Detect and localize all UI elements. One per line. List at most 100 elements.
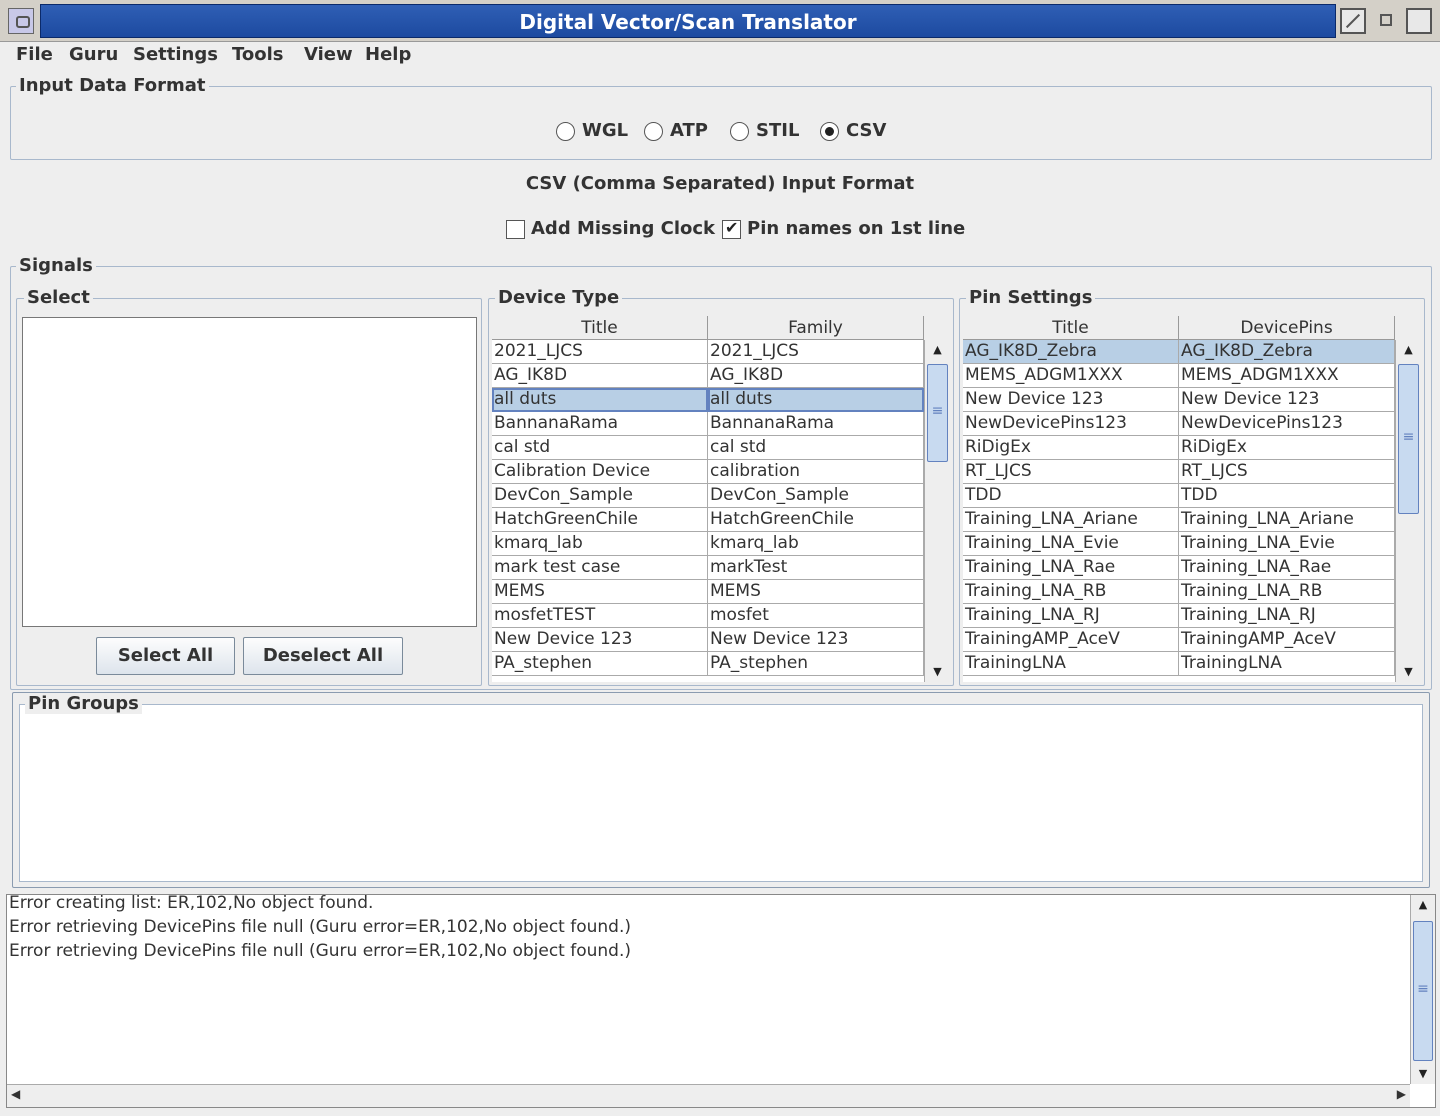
pin-settings-cell[interactable]: NewDevicePins123 xyxy=(963,412,1179,436)
device-type-cell[interactable]: PA_stephen xyxy=(492,652,708,676)
device-type-cell[interactable]: Calibration Device xyxy=(492,460,708,484)
device-type-cell[interactable]: HatchGreenChile xyxy=(708,508,924,532)
up-arrow-icon[interactable]: ▲ xyxy=(1396,340,1421,360)
pin-settings-cell[interactable]: RiDigEx xyxy=(963,436,1179,460)
pin-settings-cell[interactable]: Training_LNA_RB xyxy=(963,580,1179,604)
pin-settings-cell[interactable]: RT_LJCS xyxy=(963,460,1179,484)
up-arrow-icon[interactable]: ▲ xyxy=(925,340,950,360)
log-vscrollbar[interactable]: ▲ ▼ xyxy=(1410,895,1435,1084)
device-type-cell[interactable]: cal std xyxy=(492,436,708,460)
scroll-thumb[interactable] xyxy=(1413,921,1433,1061)
menu-view[interactable]: View xyxy=(304,44,353,65)
device-type-table[interactable]: Title Family 2021_LJCS 2021_LJCS AG_IK8D AG… xyxy=(492,316,924,682)
menu-file[interactable]: File xyxy=(16,44,53,65)
device-type-cell[interactable]: DevCon_Sample xyxy=(708,484,924,508)
pin-settings-cell[interactable]: New Device 123 xyxy=(1179,388,1395,412)
radio-csv[interactable] xyxy=(820,122,839,141)
device-type-cell[interactable]: cal std xyxy=(708,436,924,460)
pin-settings-scrollbar[interactable]: ▲ ▼ xyxy=(1395,340,1421,682)
pin-settings-cell[interactable]: Training_LNA_Rae xyxy=(963,556,1179,580)
pin-settings-cell[interactable]: Training_LNA_Rae xyxy=(1179,556,1395,580)
radio-atp[interactable] xyxy=(644,122,663,141)
down-arrow-icon[interactable]: ▼ xyxy=(1396,662,1421,682)
pin-settings-cell[interactable]: AG_IK8D_Zebra xyxy=(963,340,1179,364)
device-type-cell[interactable]: all duts xyxy=(708,388,924,412)
minimize-icon[interactable] xyxy=(1374,8,1400,34)
menu-guru[interactable]: Guru xyxy=(69,44,118,65)
radio-wgl-label[interactable]: WGL xyxy=(582,120,628,141)
pin-names-checkbox[interactable] xyxy=(722,218,741,239)
radio-stil[interactable] xyxy=(730,122,749,141)
pin-settings-cell[interactable]: Training_LNA_Ariane xyxy=(963,508,1179,532)
pin-settings-cell[interactable]: TrainingAMP_AceV xyxy=(963,628,1179,652)
pin-settings-cell[interactable]: TDD xyxy=(1179,484,1395,508)
radio-csv-label[interactable]: CSV xyxy=(846,120,886,141)
col-header-title[interactable]: Title xyxy=(492,316,708,340)
col-header-title[interactable]: Title xyxy=(963,316,1179,340)
pin-settings-cell[interactable]: AG_IK8D_Zebra xyxy=(1179,340,1395,364)
radio-stil-label[interactable]: STIL xyxy=(756,120,799,141)
col-header-devicepins[interactable]: DevicePins xyxy=(1179,316,1395,340)
log-hscrollbar[interactable]: ◀ ▶ xyxy=(7,1084,1410,1107)
pin-settings-cell[interactable]: RT_LJCS xyxy=(1179,460,1395,484)
device-type-cell[interactable]: markTest xyxy=(708,556,924,580)
menu-help[interactable]: Help xyxy=(365,44,411,65)
device-type-cell[interactable]: AG_IK8D xyxy=(492,364,708,388)
device-type-cell[interactable]: DevCon_Sample xyxy=(492,484,708,508)
device-type-cell[interactable]: mosfetTEST xyxy=(492,604,708,628)
add-missing-clock-label[interactable]: Add Missing Clock xyxy=(531,218,715,239)
pin-settings-cell[interactable]: Training_LNA_RB xyxy=(1179,580,1395,604)
right-arrow-icon[interactable]: ▶ xyxy=(1397,1087,1406,1101)
radio-wgl[interactable] xyxy=(556,122,575,141)
pin-settings-table[interactable]: Title DevicePins AG_IK8D_Zebra AG_IK8D_Ze… xyxy=(963,316,1395,682)
device-type-cell[interactable]: New Device 123 xyxy=(492,628,708,652)
pin-settings-cell[interactable]: Training_LNA_Evie xyxy=(963,532,1179,556)
device-type-cell[interactable]: kmarq_lab xyxy=(708,532,924,556)
pin-settings-cell[interactable]: Training_LNA_Ariane xyxy=(1179,508,1395,532)
shade-window-icon[interactable] xyxy=(1340,8,1366,34)
device-type-scrollbar[interactable]: ▲ ▼ xyxy=(924,340,950,682)
device-type-cell[interactable]: PA_stephen xyxy=(708,652,924,676)
menu-tools[interactable]: Tools xyxy=(232,44,284,65)
pin-settings-cell[interactable]: NewDevicePins123 xyxy=(1179,412,1395,436)
menu-settings[interactable]: Settings xyxy=(133,44,218,65)
pin-groups-panel[interactable] xyxy=(19,704,1423,882)
pin-settings-cell[interactable]: MEMS_ADGM1XXX xyxy=(1179,364,1395,388)
device-type-cell[interactable]: BannanaRama xyxy=(492,412,708,436)
pin-settings-cell[interactable]: Training_LNA_RJ xyxy=(963,604,1179,628)
scroll-thumb[interactable] xyxy=(1398,364,1419,514)
add-missing-clock-checkbox[interactable] xyxy=(506,220,525,239)
up-arrow-icon[interactable]: ▲ xyxy=(1411,895,1435,915)
pin-settings-cell[interactable]: TrainingLNA xyxy=(963,652,1179,676)
pin-settings-cell[interactable]: TDD xyxy=(963,484,1179,508)
down-arrow-icon[interactable]: ▼ xyxy=(925,662,950,682)
select-all-button[interactable]: Select All xyxy=(96,637,235,675)
scroll-thumb[interactable] xyxy=(927,364,948,462)
left-arrow-icon[interactable]: ◀ xyxy=(11,1087,20,1101)
window-menu-icon[interactable] xyxy=(8,8,34,34)
deselect-all-button[interactable]: Deselect All xyxy=(243,637,403,675)
device-type-cell[interactable]: mosfet xyxy=(708,604,924,628)
device-type-cell[interactable]: kmarq_lab xyxy=(492,532,708,556)
device-type-cell[interactable]: calibration xyxy=(708,460,924,484)
pin-settings-cell[interactable]: RiDigEx xyxy=(1179,436,1395,460)
device-type-cell[interactable]: MEMS xyxy=(708,580,924,604)
pin-settings-cell[interactable]: New Device 123 xyxy=(963,388,1179,412)
device-type-cell[interactable]: MEMS xyxy=(492,580,708,604)
device-type-cell[interactable]: 2021_LJCS xyxy=(708,340,924,364)
pin-settings-cell[interactable]: MEMS_ADGM1XXX xyxy=(963,364,1179,388)
signal-list[interactable] xyxy=(22,317,477,627)
device-type-cell[interactable]: all duts xyxy=(492,388,708,412)
device-type-cell[interactable]: AG_IK8D xyxy=(708,364,924,388)
col-header-family[interactable]: Family xyxy=(708,316,924,340)
pin-settings-cell[interactable]: TrainingAMP_AceV xyxy=(1179,628,1395,652)
radio-atp-label[interactable]: ATP xyxy=(670,120,708,141)
device-type-cell[interactable]: 2021_LJCS xyxy=(492,340,708,364)
title-bar[interactable]: Digital Vector/Scan Translator xyxy=(0,0,1440,42)
device-type-cell[interactable]: HatchGreenChile xyxy=(492,508,708,532)
down-arrow-icon[interactable]: ▼ xyxy=(1411,1064,1435,1084)
device-type-cell[interactable]: New Device 123 xyxy=(708,628,924,652)
maximize-icon[interactable] xyxy=(1406,8,1432,34)
device-type-cell[interactable]: BannanaRama xyxy=(708,412,924,436)
pin-names-label[interactable]: Pin names on 1st line xyxy=(747,218,965,239)
